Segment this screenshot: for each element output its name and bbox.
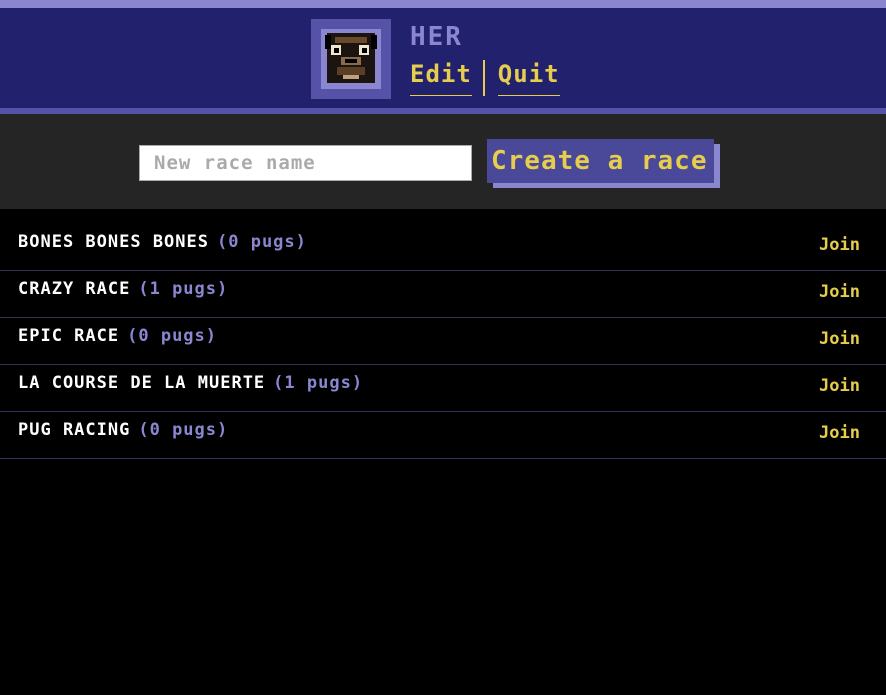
race-name: CRAZY RACE xyxy=(18,279,131,299)
join-link[interactable]: Join xyxy=(819,235,860,255)
race-list: BONES BONES BONES (0 pugs) Join CRAZY RAC… xyxy=(0,209,886,459)
race-row: CRAZY RACE (1 pugs) Join xyxy=(0,271,886,318)
create-race-button[interactable]: Create a race xyxy=(487,139,714,183)
account-links: Edit Quit xyxy=(410,60,560,96)
race-pug-count: (0 pugs) xyxy=(217,232,307,252)
race-name: PUG RACING xyxy=(18,420,131,440)
pug-avatar-icon xyxy=(321,29,381,89)
race-pug-count: (0 pugs) xyxy=(127,326,218,346)
quit-link[interactable]: Quit xyxy=(497,60,560,96)
edit-link[interactable]: Edit xyxy=(410,60,472,96)
race-name: BONES BONES BONES xyxy=(18,232,209,252)
race-pug-count: (0 pugs) xyxy=(138,420,229,440)
race-row: BONES BONES BONES (0 pugs) Join xyxy=(0,209,886,271)
top-stripe xyxy=(0,0,886,8)
header: HER Edit Quit xyxy=(0,8,886,114)
create-race-bar: Create a race xyxy=(0,114,886,209)
race-pug-count: (1 pugs) xyxy=(273,373,364,393)
link-divider xyxy=(482,60,485,96)
race-pug-count: (1 pugs) xyxy=(138,279,229,299)
username: HER xyxy=(410,22,463,52)
race-name-input[interactable] xyxy=(139,145,472,181)
race-row: PUG RACING (0 pugs) Join xyxy=(0,412,886,459)
race-name: EPIC RACE xyxy=(18,326,120,346)
race-name: LA COURSE DE LA MUERTE xyxy=(18,373,266,393)
join-link[interactable]: Join xyxy=(819,423,860,443)
race-row: LA COURSE DE LA MUERTE (1 pugs) Join xyxy=(0,365,886,412)
join-link[interactable]: Join xyxy=(819,376,860,396)
avatar xyxy=(311,19,391,99)
join-link[interactable]: Join xyxy=(819,329,860,349)
race-row: EPIC RACE (0 pugs) Join xyxy=(0,318,886,365)
join-link[interactable]: Join xyxy=(819,282,860,302)
